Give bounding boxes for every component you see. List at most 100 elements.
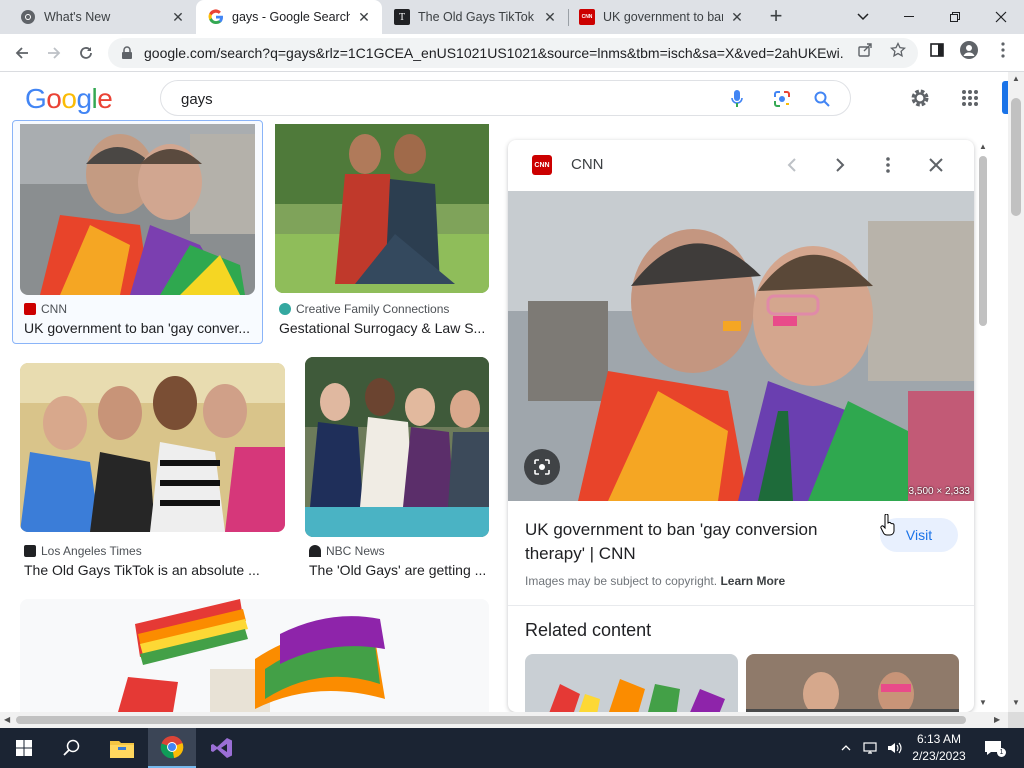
- image-result[interactable]: CNN UK government to ban 'gay conver...: [20, 124, 260, 344]
- scroll-down-arrow[interactable]: ▼: [979, 698, 987, 707]
- tab-cnn[interactable]: CNN UK government to ban ✕: [569, 0, 755, 34]
- close-window-button[interactable]: [978, 0, 1024, 34]
- previous-image-icon[interactable]: [780, 153, 804, 177]
- share-icon[interactable]: [856, 41, 874, 59]
- page-scroll-thumb[interactable]: [1011, 98, 1021, 216]
- scroll-up-arrow[interactable]: ▲: [1012, 74, 1020, 83]
- copyright-notice: Images may be subject to copyright. Lear…: [525, 574, 786, 588]
- preview-image[interactable]: 3,500 × 2,333: [508, 191, 974, 501]
- tab-whats-new[interactable]: What's New ✕: [0, 0, 196, 34]
- related-thumbnail[interactable]: [525, 654, 738, 712]
- lock-icon[interactable]: [120, 46, 134, 60]
- tab-close-icon[interactable]: ✕: [729, 9, 745, 25]
- minimize-button[interactable]: [886, 0, 932, 34]
- network-icon[interactable]: [860, 728, 882, 768]
- page-vertical-scrollbar[interactable]: ▲ ▼: [1008, 72, 1024, 712]
- google-logo[interactable]: Google: [25, 83, 113, 115]
- result-caption[interactable]: The 'Old Gays' are getting ...: [309, 562, 487, 578]
- address-bar[interactable]: google.com/search?q=gays&rlz=1C1GCEA_enU…: [108, 38, 918, 68]
- taskbar-search-icon[interactable]: [48, 728, 96, 768]
- related-content-heading: Related content: [525, 620, 652, 640]
- restore-button[interactable]: [932, 0, 978, 34]
- page-horizontal-scrollbar[interactable]: ◀ ▶: [0, 712, 1008, 728]
- tab-close-icon[interactable]: ✕: [356, 9, 372, 25]
- taskbar-clock[interactable]: 6:13 AM 2/23/2023: [906, 731, 972, 765]
- result-caption[interactable]: UK government to ban 'gay conver...: [24, 320, 256, 336]
- hand-cursor-icon: [880, 513, 896, 536]
- volume-icon[interactable]: [884, 728, 906, 768]
- url-text[interactable]: google.com/search?q=gays&rlz=1C1GCEA_enU…: [144, 45, 844, 61]
- close-panel-icon[interactable]: [924, 153, 948, 177]
- result-thumbnail[interactable]: [275, 124, 489, 293]
- image-result[interactable]: Los Angeles Times The Old Gays TikTok is…: [20, 363, 285, 583]
- bookmark-star-icon[interactable]: [889, 41, 907, 59]
- result-source: Creative Family Connections: [279, 302, 449, 316]
- result-thumbnail[interactable]: [20, 599, 489, 712]
- camera-lens-icon[interactable]: [772, 89, 792, 109]
- windows-start-icon[interactable]: [0, 728, 48, 768]
- lens-search-button[interactable]: [524, 449, 560, 485]
- tab-title: What's New: [44, 10, 111, 24]
- visual-studio-icon[interactable]: [198, 728, 246, 768]
- profile-avatar-icon[interactable]: [960, 41, 978, 59]
- result-thumbnail[interactable]: [20, 124, 255, 295]
- settings-gear-icon[interactable]: [908, 86, 932, 110]
- image-result[interactable]: [20, 599, 489, 712]
- file-explorer-icon[interactable]: [98, 728, 146, 768]
- image-preview-panel: CNN CNN 3,500 × 2,333 UK government to b…: [508, 140, 974, 712]
- horizontal-scroll-thumb[interactable]: [16, 716, 966, 724]
- panel-source-name[interactable]: CNN: [571, 156, 604, 173]
- side-panel-icon[interactable]: [928, 41, 946, 59]
- windows-taskbar: 6:13 AM 2/23/2023 1: [0, 728, 1024, 768]
- image-result[interactable]: NBC News The 'Old Gays' are getting ...: [305, 357, 489, 583]
- result-source: Los Angeles Times: [24, 544, 142, 558]
- notification-count-badge: 1: [997, 748, 1006, 757]
- chrome-menu-icon[interactable]: [994, 41, 1012, 59]
- forward-button[interactable]: [42, 41, 66, 65]
- image-result[interactable]: Creative Family Connections Gestational …: [275, 124, 489, 344]
- chrome-taskbar-icon[interactable]: [148, 728, 196, 768]
- clock-time: 6:13 AM: [916, 732, 962, 746]
- tab-close-icon[interactable]: ✕: [170, 9, 186, 25]
- result-thumbnail[interactable]: [20, 363, 285, 532]
- scroll-right-arrow[interactable]: ▶: [994, 715, 1000, 724]
- tab-search-button[interactable]: [840, 0, 886, 34]
- more-options-icon[interactable]: [876, 153, 900, 177]
- microphone-icon[interactable]: [727, 89, 747, 109]
- search-input[interactable]: [181, 89, 721, 109]
- google-header: Google: [0, 72, 1008, 124]
- panel-scrollbar[interactable]: ▲ ▼: [976, 142, 990, 712]
- learn-more-link[interactable]: Learn More: [720, 574, 785, 588]
- google-search-box[interactable]: [160, 80, 851, 116]
- scroll-up-arrow[interactable]: ▲: [979, 142, 987, 151]
- chrome-logo-icon: [20, 9, 36, 25]
- google-g-icon: [208, 9, 224, 25]
- result-source: CNN: [24, 302, 67, 316]
- show-hidden-icons-icon[interactable]: [836, 728, 856, 768]
- google-apps-icon[interactable]: [958, 86, 982, 110]
- cnn-logo[interactable]: CNN: [532, 155, 552, 175]
- tab-close-icon[interactable]: ✕: [542, 9, 558, 25]
- next-image-icon[interactable]: [828, 153, 852, 177]
- new-tab-button[interactable]: +: [764, 5, 788, 28]
- clock-date: 2/23/2023: [912, 749, 966, 763]
- result-caption[interactable]: The Old Gays TikTok is an absolute ...: [24, 562, 282, 578]
- tab-strip: What's New ✕ gays - Google Search ✕ T Th…: [0, 0, 1024, 34]
- cnn-icon: CNN: [579, 9, 595, 25]
- reload-button[interactable]: [74, 41, 98, 65]
- result-thumbnail[interactable]: [305, 357, 489, 537]
- preview-title[interactable]: UK government to ban 'gay conversion the…: [525, 518, 855, 566]
- back-button[interactable]: [10, 41, 34, 65]
- tab-title: The Old Gays TikTok is: [418, 10, 536, 24]
- scroll-down-arrow[interactable]: ▼: [1012, 698, 1020, 707]
- panel-divider: [508, 605, 974, 606]
- notifications-icon[interactable]: 1: [980, 728, 1006, 768]
- panel-scroll-thumb[interactable]: [979, 156, 987, 326]
- tab-la-times[interactable]: T The Old Gays TikTok is ✕: [382, 0, 568, 34]
- related-thumbnail[interactable]: [746, 654, 959, 712]
- scroll-left-arrow[interactable]: ◀: [4, 715, 10, 724]
- result-caption[interactable]: Gestational Surrogacy & Law S...: [279, 320, 487, 336]
- tab-google-search[interactable]: gays - Google Search ✕: [196, 0, 382, 34]
- search-icon[interactable]: [812, 89, 832, 109]
- image-dimensions: 3,500 × 2,333: [908, 486, 970, 497]
